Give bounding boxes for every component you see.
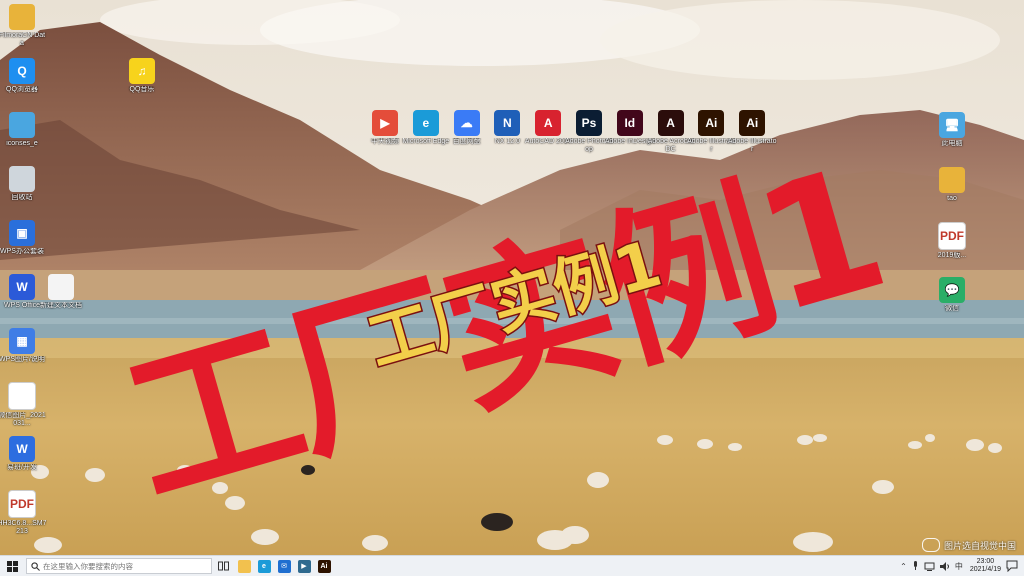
desktop-shortcut-label: WPS图片/说明: [0, 356, 45, 363]
desktop-shortcut[interactable]: Ai Adobe Illustrator: [727, 110, 777, 154]
watermark: 图片选自视觉中国: [921, 538, 1016, 552]
video-play-icon: ▶: [372, 110, 398, 136]
mail-icon: ✉: [277, 559, 291, 573]
desktop-shortcut-label: iconses_e: [6, 140, 38, 147]
taskbar-app-button[interactable]: ▶: [294, 556, 314, 576]
taskbar-app-button[interactable]: [234, 556, 254, 576]
desktop-shortcut-label: 新建文本文档: [40, 302, 82, 309]
desktop-shortcut[interactable]: tao: [927, 167, 977, 203]
desktop-shortcut[interactable]: ▣ WPS办公套装: [0, 220, 47, 256]
taskbar-app-button[interactable]: Ai: [314, 556, 334, 576]
folder-doc-icon: [9, 4, 35, 30]
desktop-shortcut[interactable]: 🖥 此电脑: [927, 112, 977, 148]
taskbar-app-button[interactable]: ✉: [274, 556, 294, 576]
cloud-drive-icon: ☁: [453, 110, 480, 136]
desktop-shortcut[interactable]: 回收站: [0, 166, 47, 202]
desktop-shortcut[interactable]: W 易班/开发: [0, 436, 47, 472]
windows-logo-icon: [6, 560, 18, 572]
clock-time: 23:00: [976, 558, 995, 565]
watermark-logo-icon: [921, 538, 940, 552]
network-icon[interactable]: [924, 562, 935, 571]
desktop-shortcut-label: Adobe Illustrator: [727, 138, 777, 153]
illustrator-icon: Ai: [739, 110, 766, 136]
edge-icon: e: [412, 110, 439, 136]
watermark-text: 图片选自视觉中国: [943, 540, 1016, 551]
desktop-shortcut[interactable]: iconses_e: [0, 112, 47, 148]
volume-icon[interactable]: [939, 561, 950, 571]
recycle-bin-icon: [9, 166, 35, 192]
desktop-shortcut[interactable]: 新建文本文档: [36, 274, 86, 310]
edge-icon: e: [257, 559, 271, 573]
desktop-shortcut-label: tao: [947, 195, 957, 202]
acrobat-icon: A: [657, 110, 684, 136]
qq-browser-icon: Q: [9, 58, 35, 84]
qr-image-icon: [8, 382, 36, 410]
input-language-indicator[interactable]: 中: [955, 561, 963, 572]
nx-icon: N: [494, 110, 521, 136]
text-file-icon: [48, 274, 74, 300]
desktop-shortcut-label: 2019版...: [937, 252, 967, 259]
this-pc-icon: 🖥: [939, 112, 965, 138]
task-view-icon: [217, 561, 229, 571]
illustrator-icon: Ai: [698, 110, 725, 136]
pdf-file-icon: PDF: [938, 222, 966, 250]
task-view-button[interactable]: [212, 556, 234, 576]
desktop-shortcut[interactable]: 微信图片_2021031...: [0, 382, 47, 428]
desktop-shortcut-label: 此电脑: [941, 140, 963, 147]
notification-center-icon[interactable]: [1006, 560, 1018, 572]
file-explorer-icon: [237, 559, 251, 573]
desktop-shortcut-label: WPS办公套装: [0, 248, 44, 255]
video-play-icon: ▶: [297, 559, 311, 573]
wps-grid-icon: ▦: [9, 328, 35, 354]
desktop-shortcut-label: HH3C6.8...SM7213: [0, 520, 47, 535]
app-w-icon: W: [9, 436, 35, 462]
desktop-shortcut[interactable]: ♫ QQ音乐: [117, 58, 167, 94]
taskbar-clock[interactable]: 23:00 2021/4/19: [970, 558, 1001, 574]
microphone-icon[interactable]: [912, 561, 919, 571]
desktop-shortcut[interactable]: Q QQ浏览器: [0, 58, 47, 94]
wps-cube-icon: ▣: [9, 220, 35, 246]
doc-icon: [9, 112, 35, 138]
illustrator-icon: Ai: [317, 559, 331, 573]
desktop-shortcut-label: QQ音乐: [129, 86, 155, 93]
taskbar: e ✉ ▶ Ai ⌃ 中 23:00 2021/4/19: [0, 555, 1024, 576]
start-button[interactable]: [0, 556, 24, 576]
taskbar-search-input[interactable]: [40, 561, 203, 571]
taskbar-pinned-apps: e ✉ ▶ Ai: [234, 556, 334, 576]
qq-music-icon: ♫: [129, 58, 155, 84]
desktop-shortcut-label: 易班/开发: [7, 464, 37, 471]
taskbar-app-button[interactable]: e: [254, 556, 274, 576]
show-hidden-icons-icon[interactable]: ⌃: [900, 562, 907, 571]
photoshop-icon: Ps: [576, 110, 602, 136]
indesign-icon: Id: [616, 110, 643, 136]
desktop-shortcut-label: QQ浏览器: [6, 86, 38, 93]
desktop-shortcut-label: 微信图片_2021031...: [0, 412, 46, 427]
system-tray: ⌃ 中 23:00 2021/4/19: [900, 556, 1024, 576]
search-icon: [31, 561, 40, 571]
desktop-shortcut-label: 微信: [945, 305, 959, 312]
desktop-shortcut-label: 回收站: [11, 194, 33, 201]
desktop-shortcut-label: FilmoraCN Data: [0, 32, 46, 47]
desktop-shortcut[interactable]: 💬 微信: [927, 277, 977, 313]
desktop-shortcut[interactable]: PDF 2019版...: [927, 222, 977, 260]
user-folder-icon: [939, 167, 965, 193]
desktop-shortcut[interactable]: FilmoraCN Data: [0, 4, 47, 48]
wechat-icon: 💬: [939, 277, 965, 303]
autocad-icon: A: [535, 110, 562, 136]
taskbar-search-box[interactable]: [26, 558, 212, 574]
pdf-file-icon: PDF: [8, 490, 36, 518]
clock-date: 2021/4/19: [969, 566, 1001, 573]
desktop-shortcut[interactable]: ▦ WPS图片/说明: [0, 328, 47, 364]
wps-office-icon: W: [9, 274, 35, 300]
desktop-shortcut[interactable]: PDF HH3C6.8...SM7213: [0, 490, 47, 536]
